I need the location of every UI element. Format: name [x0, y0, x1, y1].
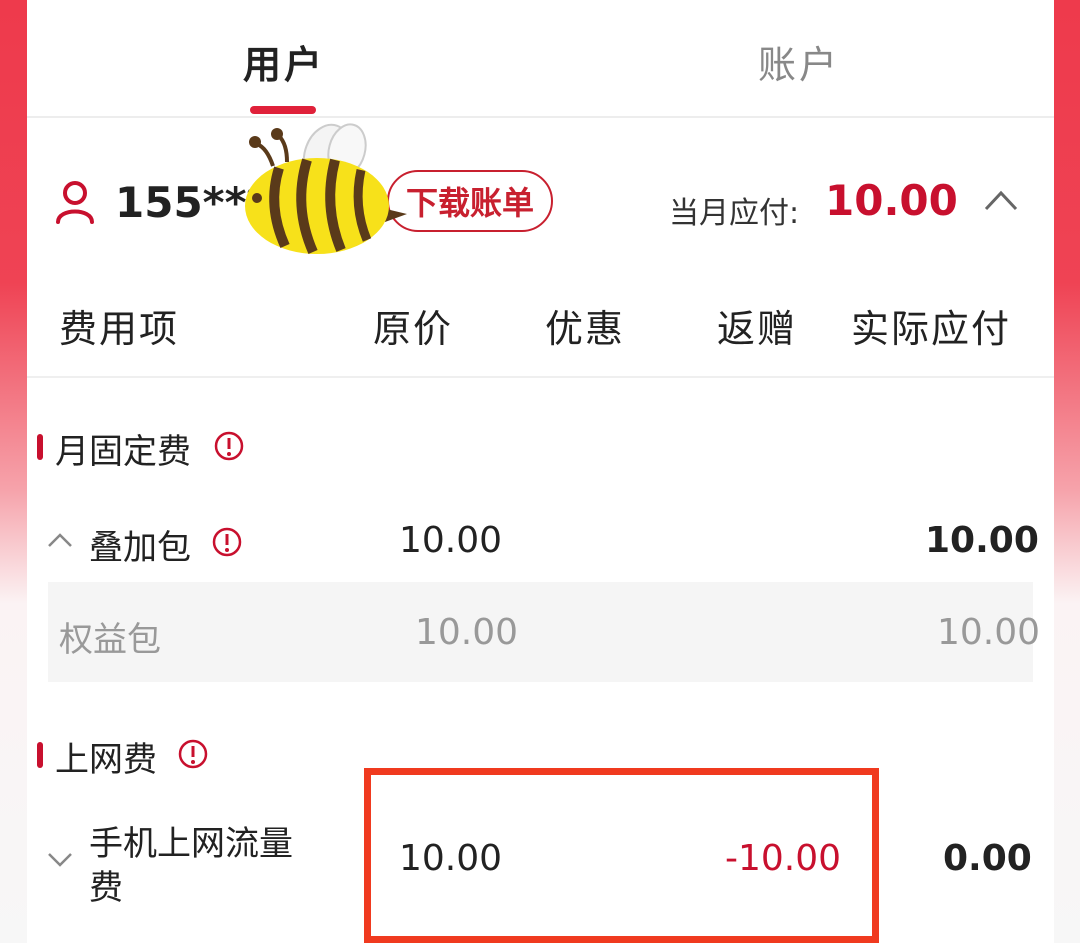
item-label-overlay-pack: 叠加包: [89, 528, 191, 568]
item-label-mobile-data-line1: 手机上网流量: [89, 824, 293, 864]
section-title-monthly-fee: 月固定费: [55, 432, 191, 472]
sub-item-label: 权益包: [59, 620, 161, 660]
highlight-box: [364, 768, 879, 943]
table-header: 费用项 原价 优惠 返赠 实际应付: [27, 288, 1054, 378]
bee-sticker: [245, 123, 407, 254]
due-label: 当月应付:: [669, 196, 800, 231]
due-amount: 10.00: [825, 176, 958, 225]
original-price: 10.00: [399, 520, 503, 561]
tab-user[interactable]: 用户: [243, 34, 325, 89]
tab-indicator: [250, 106, 316, 114]
col-header-discount: 优惠: [545, 307, 626, 351]
sub-actual-payable: 10.00: [937, 612, 1041, 653]
user-summary: 155*** 下载账单 当月应付: 10.00: [27, 118, 1054, 288]
item-label-mobile-data-line2: 费: [89, 868, 123, 908]
col-header-actual: 实际应付: [851, 307, 1012, 351]
sub-original-price: 10.00: [415, 612, 519, 653]
col-header-fee-item: 费用项: [59, 307, 180, 351]
chevron-up-icon[interactable]: [983, 188, 1019, 212]
tab-account[interactable]: 账户: [758, 34, 840, 89]
tab-bar: 用户 账户: [27, 0, 1054, 118]
info-icon[interactable]: [177, 738, 209, 770]
col-header-original: 原价: [373, 307, 454, 351]
sub-item-row: [48, 582, 1033, 682]
actual-payable: 0.00: [943, 838, 1032, 879]
user-icon: [56, 181, 94, 224]
actual-payable: 10.00: [925, 520, 1039, 561]
info-icon[interactable]: [211, 526, 243, 558]
chevron-down-icon[interactable]: [47, 852, 73, 868]
chevron-up-icon[interactable]: [47, 532, 73, 548]
section-marker: [37, 434, 43, 460]
section-marker: [37, 742, 43, 768]
section-title-data-fee: 上网费: [55, 740, 157, 780]
col-header-rebate: 返赠: [717, 307, 798, 351]
info-icon[interactable]: [213, 430, 245, 462]
